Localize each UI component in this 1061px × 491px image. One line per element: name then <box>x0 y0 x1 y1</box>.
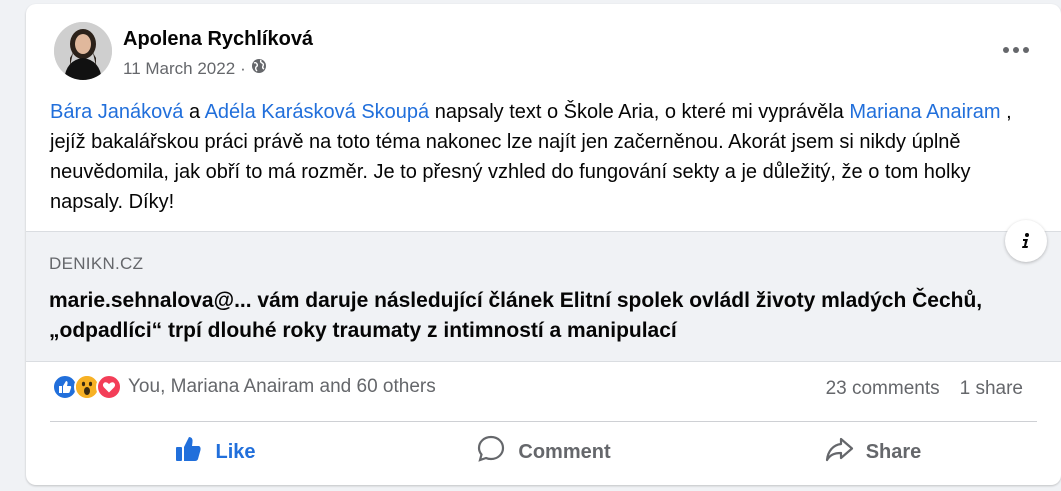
action-bar: Like Comment Share <box>50 429 1037 475</box>
thumbs-up-icon <box>173 434 203 470</box>
comments-count[interactable]: 23 comments <box>826 378 940 400</box>
more-horizontal-icon <box>1003 47 1009 53</box>
shares-count[interactable]: 1 share <box>960 378 1023 400</box>
post-meta: 11 March 2022 · <box>123 58 267 80</box>
reaction-icons <box>52 374 122 400</box>
share-label: Share <box>865 440 922 463</box>
comment-label: Comment <box>518 440 611 463</box>
info-icon[interactable] <box>1005 220 1047 262</box>
reactions-text[interactable]: You, Mariana Anairam and 60 others <box>128 376 436 398</box>
avatar[interactable] <box>54 22 112 80</box>
share-icon <box>824 434 854 470</box>
engagement-stats: 23 comments 1 share <box>826 378 1023 400</box>
mention-mariana-anairam[interactable]: Mariana Anairam <box>849 101 1000 123</box>
post-card: Apolena Rychlíková 11 March 2022 · Bára … <box>26 4 1061 485</box>
comment-icon <box>476 434 506 470</box>
mention-bara-janakova[interactable]: Bára Janáková <box>50 101 183 123</box>
post-date[interactable]: 11 March 2022 <box>123 58 235 80</box>
reactions-summary[interactable]: You, Mariana Anairam and 60 others <box>52 374 436 400</box>
more-options-button[interactable] <box>999 35 1033 65</box>
text-conj: a <box>183 101 205 123</box>
comment-button[interactable]: Comment <box>379 429 708 475</box>
like-label: Like <box>215 440 256 463</box>
divider <box>50 421 1037 422</box>
text-part-1: napsaly text o Škole Aria, o které mi vy… <box>429 101 850 123</box>
meta-separator: · <box>240 59 246 78</box>
link-preview[interactable]: DENIKN.CZ marie.sehnalova@... vám daruje… <box>26 220 1061 362</box>
more-dot <box>1013 47 1019 53</box>
more-dot <box>1023 47 1029 53</box>
like-button[interactable]: Like <box>50 429 379 475</box>
author-name[interactable]: Apolena Rychlíková <box>123 26 313 52</box>
love-reaction-icon <box>96 374 122 400</box>
link-headline[interactable]: marie.sehnalova@... vám daruje následují… <box>49 286 989 346</box>
globe-icon[interactable] <box>251 58 267 80</box>
post-text: Bára Janáková a Adéla Karásková Skoupá n… <box>50 97 1035 217</box>
share-button[interactable]: Share <box>708 429 1037 475</box>
link-domain: DENIKN.CZ <box>49 254 144 273</box>
mention-adela-karaskova-skoupa[interactable]: Adéla Karásková Skoupá <box>205 101 430 123</box>
